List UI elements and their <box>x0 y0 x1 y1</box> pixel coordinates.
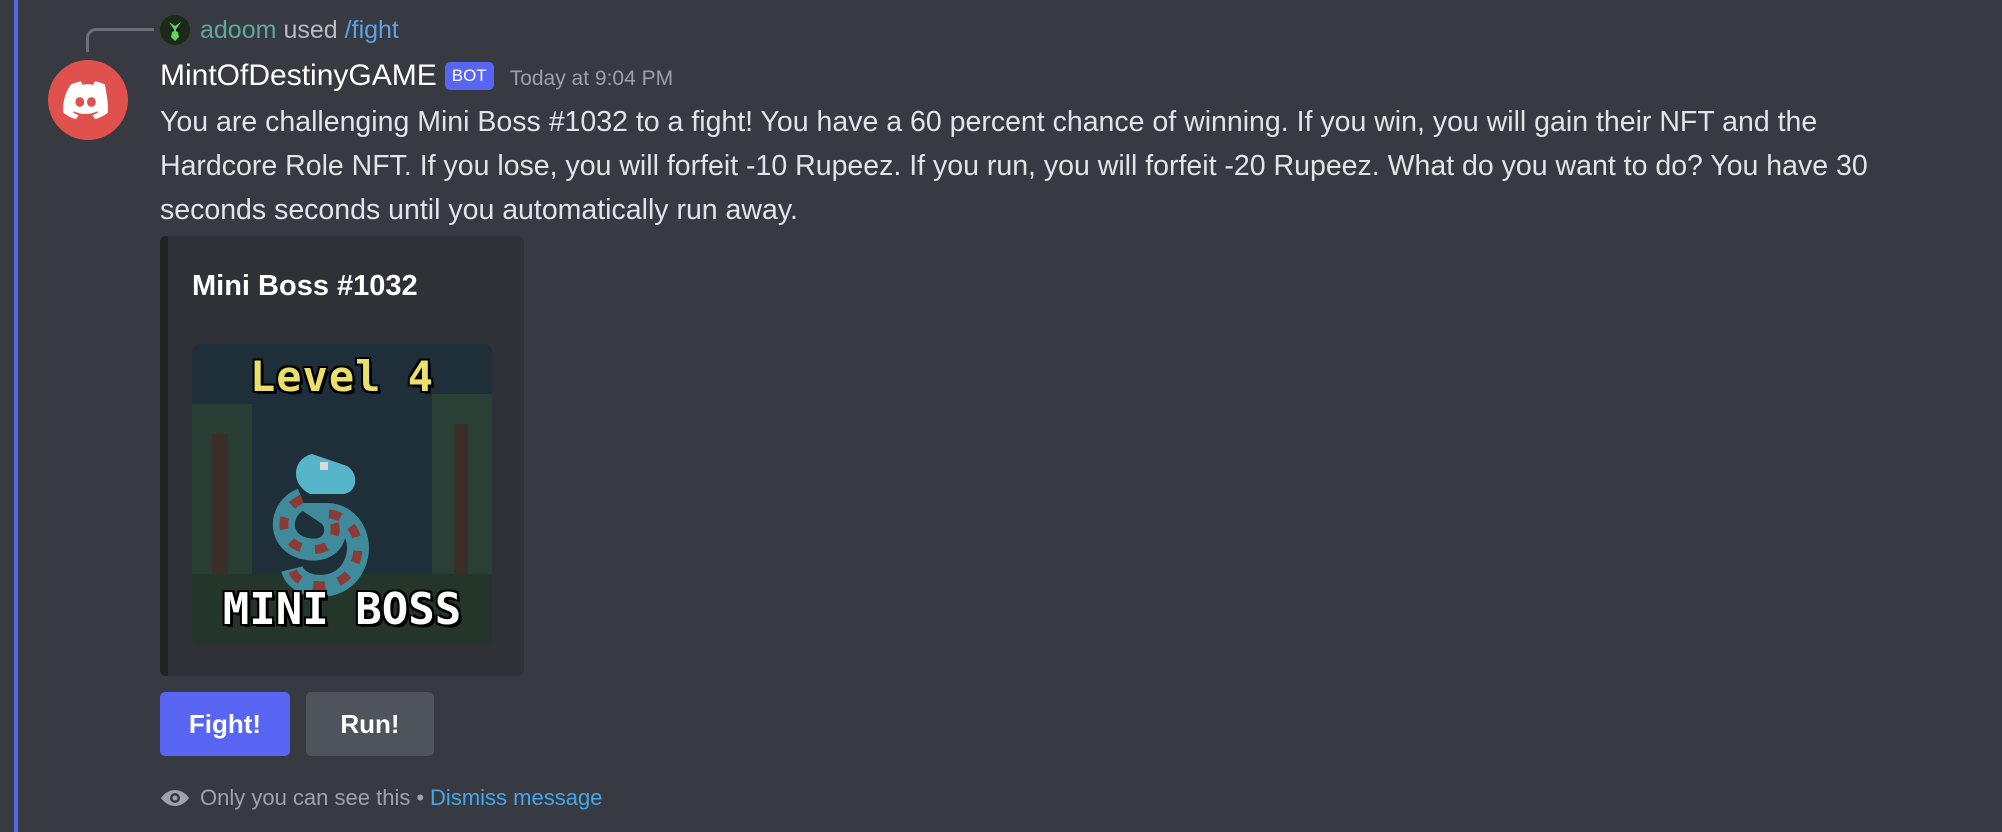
embed-title: Mini Boss #1032 <box>192 270 418 302</box>
fight-button[interactable]: Fight! <box>160 692 290 756</box>
ephemeral-notice: Only you can see this • Dismiss message <box>160 780 602 816</box>
embed-card: Mini Boss #1032 Level 4 MINI BOSS <box>160 236 524 676</box>
author-username[interactable]: MintOfDestinyGAME <box>160 59 437 93</box>
alien-avatar-icon[interactable] <box>160 15 190 45</box>
boss-image[interactable]: Level 4 MINI BOSS <box>192 344 492 644</box>
discord-logo-icon[interactable] <box>48 60 128 140</box>
reply-username[interactable]: adoom <box>200 16 276 45</box>
visibility-text: Only you can see this <box>200 785 411 810</box>
message-header: MintOfDestinyGAME BOT Today at 9:04 PM <box>160 56 673 96</box>
highlight-accent-bar <box>14 0 18 832</box>
eye-icon <box>160 788 190 808</box>
boss-image-level-text: Level 4 <box>249 352 434 401</box>
message-timestamp: Today at 9:04 PM <box>509 67 674 90</box>
reply-reference[interactable]: adoom used /fight <box>160 12 399 48</box>
bot-badge: BOT <box>444 62 494 90</box>
reply-used-text: used <box>283 15 338 44</box>
run-button[interactable]: Run! <box>306 692 434 756</box>
reply-command[interactable]: /fight <box>345 16 399 45</box>
message-content: You are challenging Mini Boss #1032 to a… <box>160 106 1868 226</box>
dismiss-message-link[interactable]: Dismiss message <box>430 785 602 811</box>
footer-separator: • <box>416 785 425 810</box>
boss-image-caption-text: MINI BOSS <box>222 584 462 635</box>
reply-connector-line <box>86 28 154 52</box>
